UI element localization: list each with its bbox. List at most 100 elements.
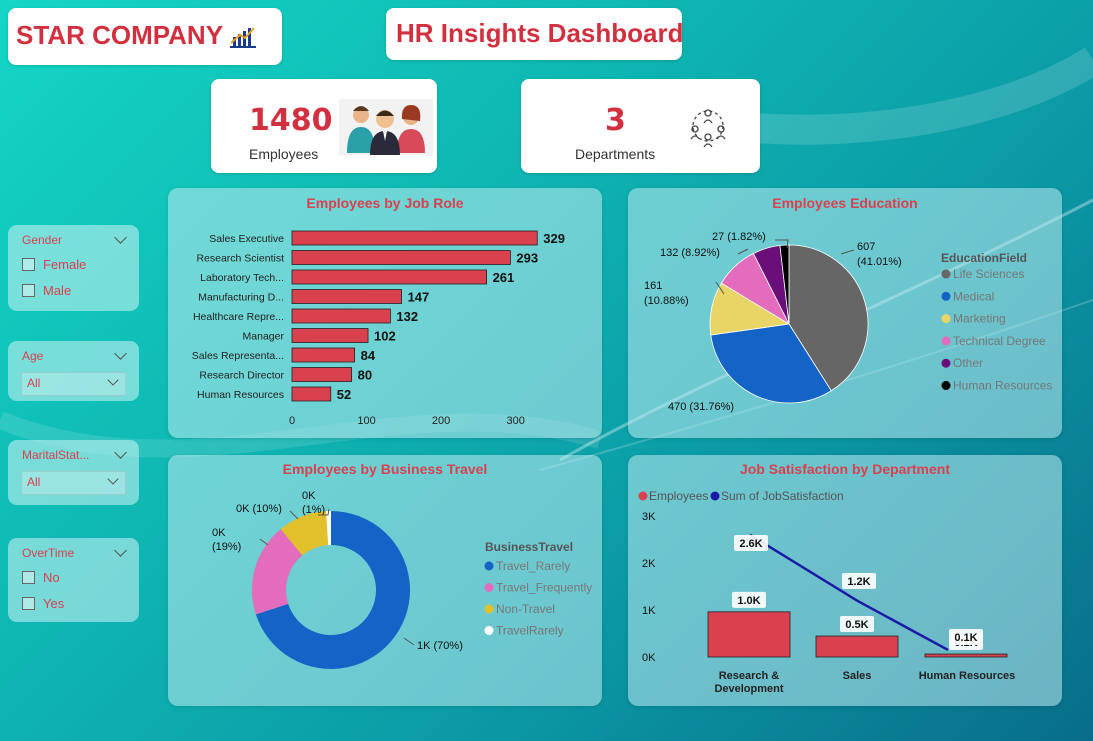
checkbox[interactable] — [22, 258, 35, 271]
education-legend-item: Other — [953, 356, 983, 370]
chevron-down-icon — [107, 374, 119, 386]
legend-marker — [941, 314, 951, 324]
travel-legend-item: Travel_Frequently — [496, 581, 592, 595]
travel-legend-item: Travel_Rarely — [496, 559, 570, 573]
leader-line — [840, 249, 855, 255]
job-role-value: 80 — [358, 368, 372, 383]
y-tick-label: 0K — [642, 652, 656, 664]
age-filter-label: Age — [22, 349, 44, 363]
travel-data-label: 0K — [302, 490, 316, 502]
legend-marker — [941, 336, 951, 346]
legend-marker — [941, 269, 951, 279]
chevron-down-icon[interactable] — [114, 446, 127, 459]
education-legend-item: Medical — [953, 289, 994, 303]
org-network-icon — [690, 109, 726, 148]
job-role-label: Research Director — [199, 370, 284, 382]
checkbox[interactable] — [22, 284, 35, 297]
x-tick-label: 200 — [432, 415, 450, 427]
travel-legend-item: TravelRarely — [496, 624, 564, 638]
marital-dropdown[interactable]: All — [21, 471, 126, 495]
travel-panel: Employees by Business Travel 1K (70%) 0K(… — [168, 455, 602, 706]
job-role-label: Manager — [243, 331, 285, 343]
kpi-employees-value: 1480 — [249, 103, 333, 138]
job-role-panel: Employees by Job Role Sales Executive 329… — [168, 188, 602, 438]
chevron-down-icon[interactable] — [114, 347, 127, 360]
travel-data-label: 0K (10%) — [236, 503, 282, 515]
travel-data-label: 0K — [212, 527, 226, 539]
legend-marker — [484, 604, 494, 614]
satisfaction-legend-item: Employees — [649, 489, 708, 503]
legend-marker — [941, 381, 951, 390]
kpi-employees-card: 1480 Employees — [211, 79, 437, 173]
leader-line — [737, 248, 749, 255]
kpi-departments-label: Departments — [575, 146, 656, 162]
kpi-employees-label: Employees — [249, 146, 319, 162]
line-data-label: 0.1K — [954, 632, 977, 644]
job-role-bar — [291, 367, 353, 382]
legend-marker — [484, 626, 494, 635]
x-tick-label: 0 — [289, 415, 295, 427]
leader-line — [403, 637, 415, 646]
satisfaction-legend-item: Sum of JobSatisfaction — [721, 489, 844, 503]
chevron-down-icon[interactable] — [114, 544, 127, 557]
education-legend-item: Human Resources — [953, 379, 1052, 393]
education-legend-item: Technical Degree — [953, 334, 1046, 348]
job-role-label: Sales Representa... — [192, 350, 284, 362]
legend-marker — [484, 561, 494, 571]
gender-option-male[interactable]: Male — [22, 283, 71, 298]
travel-data-label: 1K (70%) — [417, 640, 463, 652]
satisfaction-bar — [815, 635, 899, 658]
job-role-value: 329 — [543, 231, 565, 246]
checkbox[interactable] — [22, 571, 35, 584]
age-filter: Age All — [8, 341, 139, 401]
people-group-icon — [339, 99, 433, 155]
overtime-option-no[interactable]: No — [22, 570, 60, 585]
overtime-filter-label: OverTime — [22, 546, 75, 560]
travel-data-label: (1%) — [302, 504, 325, 516]
job-role-bar — [291, 386, 332, 402]
job-role-label: Laboratory Tech... — [200, 272, 284, 284]
category-label: Development — [714, 683, 783, 695]
education-data-label: 161 — [644, 280, 662, 292]
y-tick-label: 1K — [642, 605, 656, 617]
travel-legend-item: Non-Travel — [496, 602, 555, 616]
education-legend-item: Life Sciences — [953, 267, 1024, 281]
job-role-label: Research Scientist — [196, 253, 284, 265]
job-role-label: Manufacturing D... — [198, 292, 284, 304]
gender-option-label: Male — [43, 283, 72, 298]
line-data-label: 1.2K — [847, 576, 870, 588]
age-dropdown[interactable]: All — [21, 372, 126, 396]
category-label: Research & — [719, 670, 780, 682]
checkbox[interactable] — [22, 597, 35, 610]
job-role-bar — [291, 347, 356, 363]
satisfaction-bar — [707, 611, 791, 658]
overtime-filter: OverTime No Yes — [8, 538, 139, 622]
marital-filter-label: MaritalStat... — [22, 448, 90, 462]
education-data-label: 470 (31.76%) — [668, 401, 734, 413]
company-name: STAR COMPANY — [16, 20, 224, 50]
job-role-value: 147 — [408, 290, 430, 305]
gender-option-female[interactable]: Female — [22, 257, 86, 272]
leader-line — [259, 538, 269, 546]
kpi-departments-value: 3 — [605, 103, 626, 138]
dashboard-title: HR Insights Dashboard — [396, 18, 684, 48]
education-legend-item: Marketing — [953, 312, 1006, 326]
overtime-option-yes[interactable]: Yes — [22, 596, 64, 611]
legend-marker — [638, 491, 648, 501]
chevron-down-icon — [107, 473, 119, 485]
job-role-value: 52 — [337, 387, 351, 402]
chevron-down-icon[interactable] — [114, 231, 127, 244]
education-data-label: (41.01%) — [857, 256, 902, 268]
category-label: Sales — [843, 670, 872, 682]
marital-dropdown-value: All — [27, 475, 41, 489]
age-dropdown-value: All — [27, 376, 41, 390]
job-role-bar — [291, 328, 369, 343]
x-tick-label: 100 — [357, 415, 375, 427]
company-card: STAR COMPANY — [8, 8, 282, 65]
y-tick-label: 2K — [642, 558, 656, 570]
job-role-value: 132 — [396, 309, 418, 324]
travel-data-label: (19%) — [212, 541, 241, 553]
job-role-label: Human Resources — [197, 389, 284, 401]
gender-filter-label: Gender — [22, 233, 63, 247]
travel-chart: 1K (70%) 0K (19%) 0K (10%) 0K (1%) BusinessTra… — [212, 490, 592, 669]
